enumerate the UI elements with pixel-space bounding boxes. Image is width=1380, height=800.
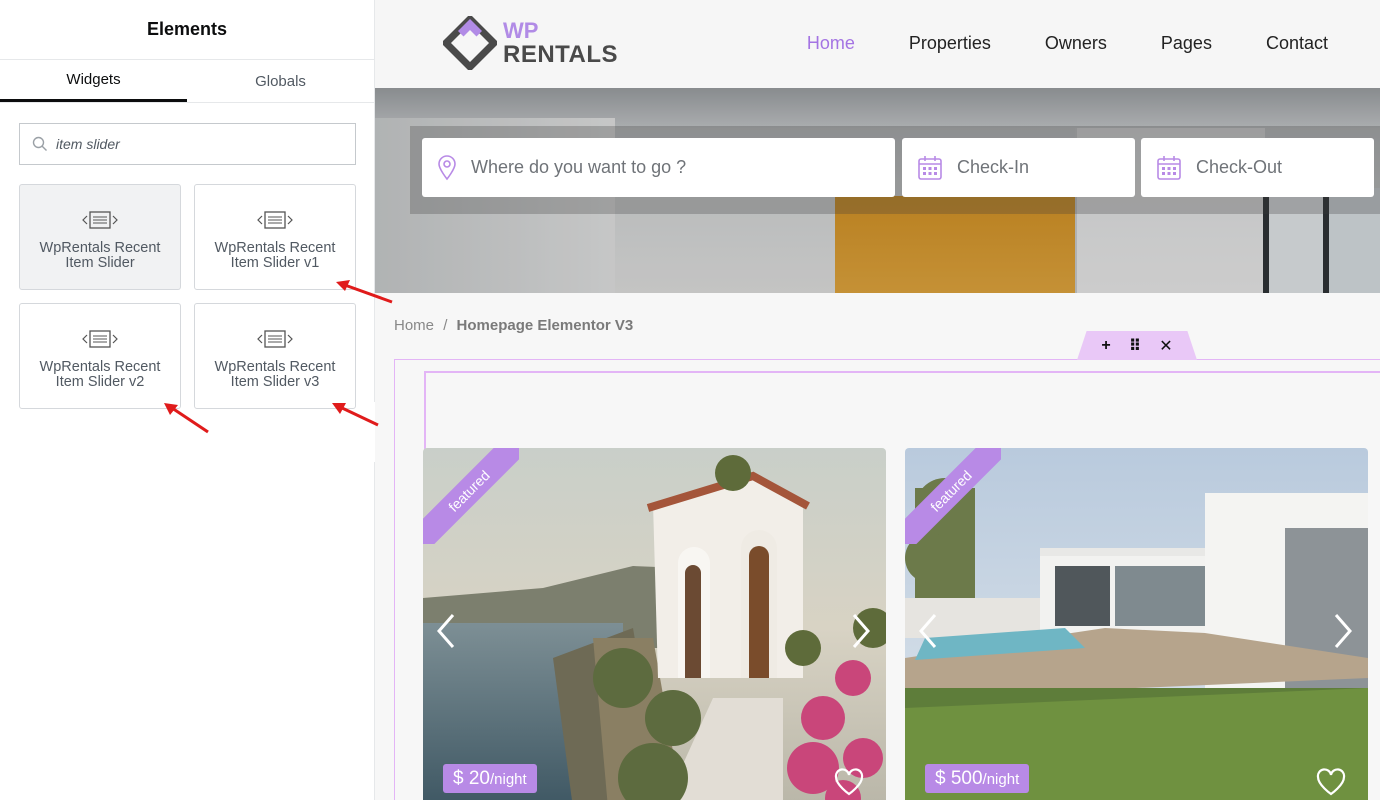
code-slider-icon: [257, 330, 293, 348]
close-icon[interactable]: ✕: [1159, 336, 1172, 356]
chevron-right-icon[interactable]: [850, 613, 872, 649]
checkout-placeholder: Check-Out: [1196, 157, 1283, 177]
calendar-icon: [1157, 155, 1181, 180]
logo-diamond-icon: [443, 16, 497, 70]
featured-ribbon: featured: [905, 448, 1001, 544]
chevron-left-icon[interactable]: [917, 613, 939, 649]
logo-wp: WP: [503, 18, 539, 43]
calendar-icon: [918, 155, 942, 180]
search-icon: [32, 136, 47, 151]
price-badge: $ 500/night: [925, 764, 1030, 793]
chevron-left-icon[interactable]: [435, 613, 457, 649]
panel-title: Elements: [0, 0, 374, 60]
featured-ribbon: featured: [423, 448, 519, 544]
annotation-arrow-icon: [336, 280, 393, 304]
annotation-arrow-icon: [164, 403, 209, 434]
property-card[interactable]: featured $ 20/night: [423, 448, 886, 800]
checkin-field[interactable]: Check-In: [902, 138, 1135, 197]
code-slider-icon: [82, 211, 118, 229]
breadcrumb-home[interactable]: Home: [394, 317, 434, 334]
nav-properties[interactable]: Properties: [909, 33, 991, 54]
tab-widgets[interactable]: Widgets: [0, 60, 187, 102]
checkout-field[interactable]: Check-Out: [1141, 138, 1374, 197]
section-toolbar: + ⠿ ✕: [1077, 331, 1197, 360]
tab-globals[interactable]: Globals: [187, 60, 374, 102]
nav-pages[interactable]: Pages: [1161, 33, 1212, 54]
heart-icon[interactable]: [1316, 768, 1346, 796]
panel-tabs: Widgets Globals: [0, 60, 374, 103]
drag-handle-icon[interactable]: ⠿: [1129, 336, 1142, 356]
widget-search[interactable]: [19, 123, 356, 165]
property-card[interactable]: featured $ 500/night: [905, 448, 1368, 800]
logo-rentals: RENTALS: [503, 41, 619, 68]
site-logo[interactable]: WP RENTALS: [443, 16, 618, 70]
heart-icon[interactable]: [834, 768, 864, 796]
location-placeholder: Where do you want to go ?: [471, 157, 687, 177]
elementor-column-outline: [424, 371, 1380, 451]
widget-label: WpRentals Recent Item Slider v1: [214, 240, 336, 271]
nav-home[interactable]: Home: [807, 33, 855, 54]
price-unit: /night: [489, 771, 527, 788]
price-value: $ 20: [453, 768, 490, 789]
widget-label: WpRentals Recent Item Slider v3: [214, 359, 336, 390]
add-section-icon[interactable]: +: [1101, 337, 1110, 355]
annotation-arrow-icon: [332, 403, 379, 427]
breadcrumb-current: Homepage Elementor V3: [456, 317, 634, 334]
code-slider-icon: [257, 211, 293, 229]
nav-owners[interactable]: Owners: [1045, 33, 1107, 54]
widget-recent-item-slider[interactable]: WpRentals Recent Item Slider: [19, 184, 181, 290]
widget-label: WpRentals Recent Item Slider: [39, 240, 161, 271]
chevron-right-icon[interactable]: [1332, 613, 1354, 649]
price-unit: /night: [982, 771, 1020, 788]
main-nav: Home Properties Owners Pages Contact: [807, 33, 1328, 54]
map-pin-icon: [438, 154, 456, 180]
location-field[interactable]: Where do you want to go ?: [422, 138, 895, 197]
widget-label: WpRentals Recent Item Slider v2: [39, 359, 161, 390]
nav-contact[interactable]: Contact: [1266, 33, 1328, 54]
site-preview: WP RENTALS Home Properties Owners Pages …: [375, 0, 1380, 800]
widget-recent-item-slider-v3[interactable]: WpRentals Recent Item Slider v3: [194, 303, 356, 409]
price-badge: $ 20/night: [443, 764, 537, 793]
code-slider-icon: [82, 330, 118, 348]
checkin-placeholder: Check-In: [957, 157, 1030, 177]
breadcrumb: Home / Homepage Elementor V3: [394, 317, 633, 334]
site-header: WP RENTALS Home Properties Owners Pages …: [375, 0, 1380, 88]
price-value: $ 500: [935, 768, 983, 789]
widget-recent-item-slider-v2[interactable]: WpRentals Recent Item Slider v2: [19, 303, 181, 409]
search-input[interactable]: [56, 136, 336, 152]
breadcrumb-separator: /: [443, 317, 448, 334]
